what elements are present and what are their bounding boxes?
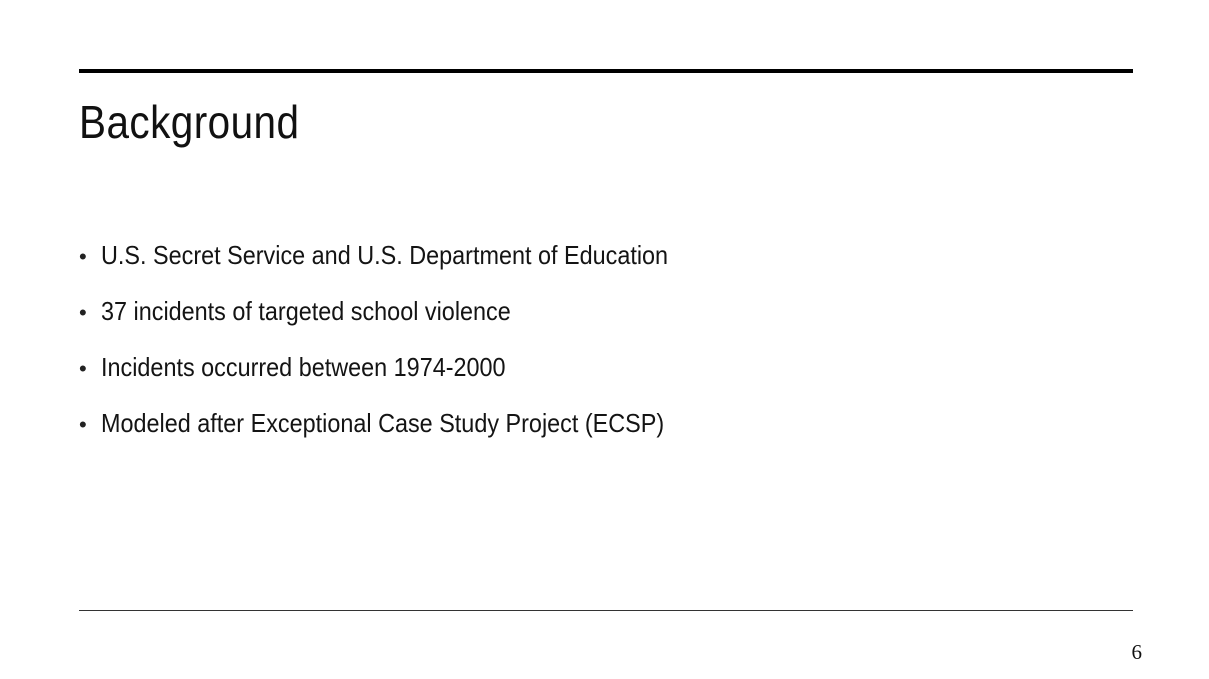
bullet-icon: • [79, 356, 87, 381]
bullet-text: Incidents occurred between 1974-2000 [101, 352, 506, 382]
bullet-text: 37 incidents of targeted school violence [101, 296, 511, 326]
bullet-text: U.S. Secret Service and U.S. Department … [101, 240, 669, 270]
slide-title: Background [79, 96, 300, 148]
page-number: 6 [1131, 640, 1143, 664]
bullet-icon: • [79, 300, 87, 325]
bullet-item: • 37 incidents of targeted school violen… [79, 292, 731, 348]
title-top-rule [79, 69, 1133, 73]
bullet-item: • Incidents occurred between 1974-2000 [79, 348, 731, 404]
bullet-list: • U.S. Secret Service and U.S. Departmen… [79, 236, 731, 460]
bullet-item: • Modeled after Exceptional Case Study P… [79, 404, 731, 460]
bullet-icon: • [79, 412, 87, 437]
bullet-icon: • [79, 244, 87, 269]
bullet-item: • U.S. Secret Service and U.S. Departmen… [79, 236, 731, 292]
footer-rule [79, 610, 1133, 611]
bullet-text: Modeled after Exceptional Case Study Pro… [101, 408, 665, 438]
